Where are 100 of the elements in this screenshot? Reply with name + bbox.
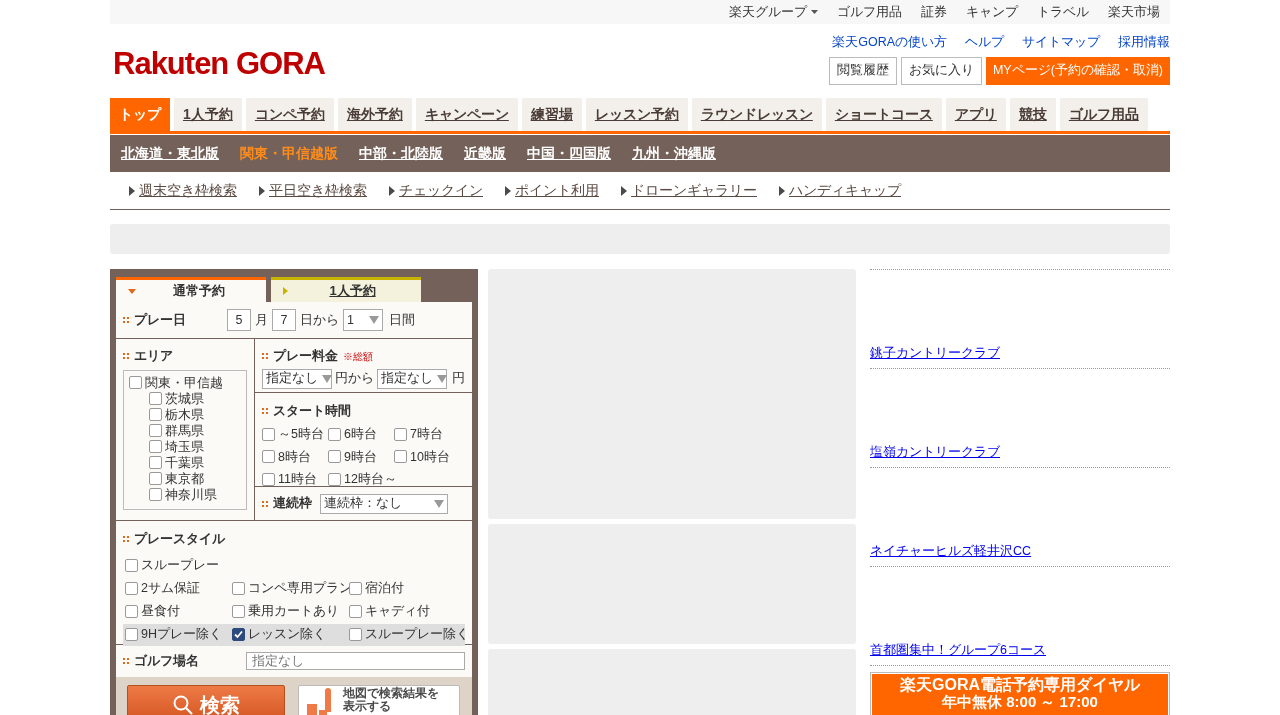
region-link[interactable]: 中国・四国版 [527,143,611,164]
field-label: プレー料金 [273,348,338,365]
nav-tab[interactable]: 海外予約 [337,98,412,131]
checkbox[interactable] [262,473,275,487]
checkbox[interactable] [262,450,275,464]
checkbox-label: 千葉県 [165,454,204,471]
top-bar-link[interactable]: 楽天市場 [1108,2,1160,22]
unit-text: 日間 [389,311,415,329]
nav-tab[interactable]: ゴルフ用品 [1059,98,1148,131]
top-bar-link[interactable]: キャンプ [966,2,1018,22]
bullet-icon [123,353,129,360]
days-select[interactable]: 1 [343,309,383,331]
top-bar-link[interactable]: 証券 [921,2,947,22]
header-link[interactable]: サイトマップ [1022,33,1100,52]
nav-tab[interactable]: コンペ予約 [245,98,334,131]
checkbox[interactable] [149,440,162,454]
checkbox[interactable] [328,450,341,464]
checkbox[interactable] [328,427,341,441]
triangle-icon [505,185,511,196]
triangle-icon [621,185,627,196]
bullet-icon [123,536,129,543]
select-field[interactable]: 指定なし [377,368,447,389]
course-link[interactable]: 塩嶺カントリークラブ [870,443,1000,462]
checkbox-label: 昼食付 [141,603,180,621]
checkbox[interactable] [125,559,138,573]
checkbox[interactable] [149,392,162,406]
course-name-field[interactable]: 指定なし [246,652,465,670]
select-field[interactable]: 指定なし [262,368,332,389]
nav-tab[interactable]: ラウンドレッスン [691,98,822,131]
checkbox-label: 栃木県 [165,406,204,423]
nav-tab[interactable]: アプリ [945,98,1006,131]
caret-icon [811,10,818,14]
dropdown-arrow-icon [437,374,447,383]
checkbox[interactable] [149,456,162,470]
field-label: ゴルフ場名 [134,652,199,670]
header-button[interactable]: 閲覧履歴 [828,56,897,85]
nav-tab[interactable]: 1人予約 [174,98,242,131]
nav-tab[interactable]: キャンペーン [415,98,518,131]
checkbox[interactable] [149,488,162,502]
checkbox[interactable] [328,473,341,487]
header-link[interactable]: 楽天GORAの使い方 [832,33,947,52]
checkbox-label: 関東・甲信越 [145,374,223,391]
sub-link[interactable]: ハンディキャップ [789,180,901,201]
checkbox[interactable] [125,628,138,642]
region-link[interactable]: 近畿版 [464,143,506,164]
checkbox[interactable] [232,605,245,619]
checkbox[interactable] [394,450,407,464]
triangle-icon [389,185,395,196]
search-tab[interactable]: 通常予約 [116,277,266,302]
region-link[interactable]: 九州・沖縄版 [632,143,716,164]
note-text: ※総額 [343,349,373,364]
nav-tab[interactable]: 練習場 [521,98,582,131]
top-bar-link[interactable]: 楽天グループ [729,2,818,22]
sub-link[interactable]: チェックイン [399,180,483,201]
logo[interactable]: Rakuten GORA [113,46,325,81]
month-field[interactable]: 5 [227,309,251,331]
sub-link[interactable]: ドローンギャラリー [631,180,757,201]
checkbox[interactable] [349,605,362,619]
checkbox[interactable] [232,628,245,642]
banner-hours: 年中無休 8:00 ～ 17:00 [942,693,1098,710]
sub-link[interactable]: ポイント利用 [515,180,599,201]
checkbox-label: 茨城県 [165,390,204,407]
unit-text: 日から [300,311,339,329]
checkbox[interactable] [125,605,138,619]
checkbox[interactable] [349,628,362,642]
sub-link[interactable]: 週末空き枠検索 [139,180,237,201]
triangle-icon [259,185,265,196]
map-button[interactable]: 地図で検索結果を表示する [298,685,460,715]
checkbox-label: スループレー [141,557,219,575]
header-link[interactable]: 採用情報 [1118,33,1170,52]
unit-text: 円から [335,370,374,388]
header-link[interactable]: ヘルプ [965,33,1004,52]
region-link[interactable]: 北海道・東北版 [121,143,219,164]
nav-tab[interactable]: ショートコース [825,98,942,131]
day-field[interactable]: 7 [272,309,296,331]
checkbox[interactable] [149,408,162,422]
top-bar-link[interactable]: トラベル [1037,2,1089,22]
region-link[interactable]: 中部・北陸版 [359,143,443,164]
checkbox[interactable] [149,424,162,438]
checkbox[interactable] [349,582,362,596]
checkbox[interactable] [125,582,138,596]
select-field[interactable]: 連続枠：なし [320,493,448,514]
checkbox-label: 9時台 [344,448,377,466]
course-link[interactable]: 首都圏集中！グループ6コース [870,641,1046,660]
nav-tab[interactable]: 競技 [1009,98,1056,131]
checkbox[interactable] [129,376,142,390]
checkbox[interactable] [394,427,407,441]
course-link[interactable]: ネイチャーヒルズ軽井沢CC [870,542,1032,561]
field-label: プレー日 [134,311,186,329]
checkbox-label: 群馬県 [165,422,204,439]
nav-tab[interactable]: レッスン予約 [585,98,688,131]
header-button[interactable]: お気に入り [900,56,982,85]
banner-title: 楽天GORA電話予約専用ダイヤル [900,676,1140,693]
checkbox[interactable] [262,427,275,441]
sub-link[interactable]: 平日空き枠検索 [269,180,367,201]
checkbox[interactable] [149,472,162,486]
checkbox[interactable] [232,582,245,596]
bullet-icon [262,353,268,360]
course-link[interactable]: 銚子カントリークラブ [870,344,1000,363]
top-bar-link[interactable]: ゴルフ用品 [837,2,902,22]
